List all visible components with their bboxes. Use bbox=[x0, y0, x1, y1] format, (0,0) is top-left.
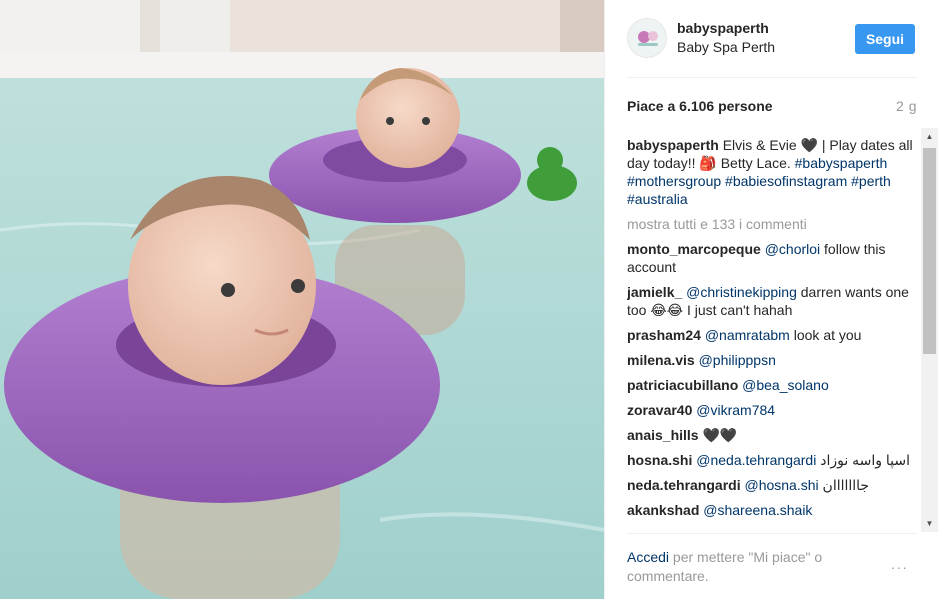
post-photo bbox=[0, 0, 604, 599]
login-prompt: Accedi per mettere "Mi piace" o commenta… bbox=[627, 548, 867, 586]
comment-item: zoravar40 @vikram784 bbox=[627, 401, 923, 419]
comments-scrollbar[interactable]: ▲ ▼ bbox=[921, 128, 938, 532]
comment-username[interactable]: anais_hills bbox=[627, 427, 699, 443]
comment-username[interactable]: prasham24 bbox=[627, 327, 701, 343]
comment-mention[interactable]: @philipppsn bbox=[699, 352, 776, 368]
comment-item: akankshad @shareena.shaik bbox=[627, 501, 923, 519]
user-full-name: Baby Spa Perth bbox=[677, 39, 776, 55]
comment-username[interactable]: jamielk_ bbox=[627, 284, 682, 300]
comment-mention[interactable]: @christinekipping bbox=[686, 284, 797, 300]
comment-mention[interactable]: @chorloi bbox=[765, 241, 820, 257]
comment-item: anais_hills 🖤🖤 bbox=[627, 426, 923, 444]
comment-text: 🖤🖤 bbox=[702, 427, 738, 443]
comment-mention[interactable]: @hosna.shi bbox=[744, 477, 818, 493]
caption: babyspaperth Elvis & Evie 🖤 | Play dates… bbox=[627, 136, 923, 208]
comment-item: neda.tehrangardi @hosna.shi جااااااان bbox=[627, 476, 923, 494]
divider bbox=[627, 533, 917, 534]
avatar[interactable] bbox=[627, 18, 667, 58]
more-options-icon[interactable]: ... bbox=[891, 556, 909, 572]
follow-button[interactable]: Segui bbox=[855, 24, 915, 54]
divider bbox=[627, 77, 917, 78]
likes-count[interactable]: Piace a 6.106 persone bbox=[627, 98, 773, 114]
comment-text: look at you bbox=[789, 327, 862, 343]
caption-username[interactable]: babyspaperth bbox=[627, 137, 719, 153]
comment-text: اسپا واسه نوزاد bbox=[816, 452, 911, 468]
post-header: babyspaperth Baby Spa Perth Segui bbox=[605, 0, 940, 78]
comment-mention[interactable]: @shareena.shaik bbox=[703, 502, 812, 518]
comment-username[interactable]: akankshad bbox=[627, 502, 699, 518]
comment-mention[interactable]: @bea_solano bbox=[742, 377, 829, 393]
comment-text: جااااااان bbox=[818, 477, 870, 493]
scrollbar-thumb[interactable] bbox=[923, 148, 936, 354]
comment-username[interactable]: hosna.shi bbox=[627, 452, 692, 468]
avatar-logo-icon bbox=[628, 19, 666, 57]
comment-mention[interactable]: @namratabm bbox=[705, 327, 790, 343]
login-link[interactable]: Accedi bbox=[627, 549, 669, 565]
comment-username[interactable]: neda.tehrangardi bbox=[627, 477, 741, 493]
comment-item: prasham24 @namratabm look at you bbox=[627, 326, 923, 344]
scroll-down-icon[interactable]: ▼ bbox=[921, 515, 938, 532]
comments-list[interactable]: babyspaperth Elvis & Evie 🖤 | Play dates… bbox=[627, 136, 923, 532]
likes-row: Piace a 6.106 persone 2 g bbox=[627, 98, 917, 118]
comment-item: jamielk_ @christinekipping darren wants … bbox=[627, 283, 923, 319]
comment-item: monto_marcopeque @chorloi follow this ac… bbox=[627, 240, 923, 276]
scroll-up-icon[interactable]: ▲ bbox=[921, 128, 938, 145]
comment-username[interactable]: patriciacubillano bbox=[627, 377, 738, 393]
comment-username[interactable]: zoravar40 bbox=[627, 402, 692, 418]
comment-username[interactable]: monto_marcopeque bbox=[627, 241, 761, 257]
show-all-comments-link[interactable]: mostra tutti e 133 i commenti bbox=[627, 215, 923, 233]
comment-username[interactable]: milena.vis bbox=[627, 352, 695, 368]
comment-mention[interactable]: @vikram784 bbox=[696, 402, 775, 418]
comment-item: hosna.shi @neda.tehrangardi اسپا واسه نو… bbox=[627, 451, 923, 469]
comment-mention[interactable]: @neda.tehrangardi bbox=[696, 452, 816, 468]
username-link[interactable]: babyspaperth bbox=[677, 20, 769, 36]
comment-item: patriciacubillano @bea_solano bbox=[627, 376, 923, 394]
comment-item: milena.vis @philipppsn bbox=[627, 351, 923, 369]
post-sidebar: babyspaperth Baby Spa Perth Segui Piace … bbox=[604, 0, 940, 599]
post-time[interactable]: 2 g bbox=[896, 98, 917, 114]
